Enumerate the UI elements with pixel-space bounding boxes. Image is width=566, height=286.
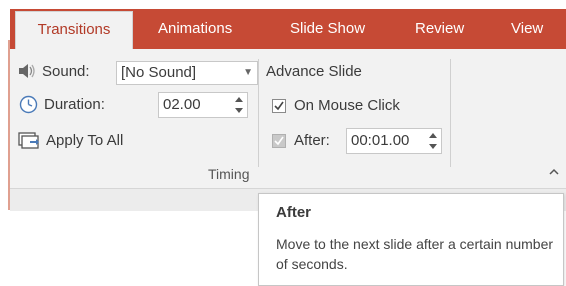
tooltip-title: After — [276, 204, 312, 221]
duration-spinner[interactable]: 02.00 — [158, 92, 248, 118]
tab-animations[interactable]: Animations — [158, 9, 232, 49]
ribbon-timing-group: Sound: [No Sound] ▼ Duration: 02.00 Appl… — [10, 49, 566, 189]
chevron-up-icon[interactable] — [548, 165, 560, 180]
after-checkbox[interactable] — [272, 133, 286, 148]
on-mouse-click-label: On Mouse Click — [294, 97, 400, 114]
tab-review[interactable]: Review — [415, 9, 464, 49]
apply-to-all-button[interactable]: Apply To All — [18, 130, 123, 150]
duration-value: 02.00 — [163, 96, 201, 113]
speaker-icon — [16, 61, 38, 81]
after-time-value: 00:01.00 — [351, 132, 410, 149]
group-separator — [258, 59, 259, 167]
after-option[interactable]: After: — [272, 132, 330, 149]
after-label: After: — [294, 132, 330, 149]
tab-view[interactable]: View — [511, 9, 543, 49]
ribbon-tab-bar: Transitions Animations Slide Show Review… — [10, 9, 566, 49]
advance-slide-label: Advance Slide — [266, 63, 362, 80]
sound-dropdown[interactable]: [No Sound] ▼ — [116, 61, 258, 85]
spin-arrows-icon[interactable] — [233, 94, 245, 116]
after-tooltip: After Move to the next slide after a cer… — [258, 193, 564, 286]
apply-to-all-label: Apply To All — [46, 131, 124, 149]
apply-all-icon — [18, 130, 40, 150]
sound-row: Sound: — [16, 61, 90, 81]
duration-label: Duration: — [44, 95, 105, 113]
spin-arrows-icon[interactable] — [427, 130, 439, 152]
powerpoint-ribbon-screenshot: Transitions Animations Slide Show Review… — [0, 0, 566, 286]
after-time-spinner[interactable]: 00:01.00 — [346, 128, 442, 154]
timing-group-label: Timing — [208, 166, 250, 182]
advance-slide-heading: Advance Slide — [266, 63, 362, 80]
sound-label: Sound: — [42, 62, 90, 80]
chevron-down-icon: ▼ — [243, 67, 253, 78]
tooltip-body: Move to the next slide after a certain n… — [276, 236, 554, 272]
clock-icon — [18, 94, 38, 114]
sound-value: [No Sound] — [121, 64, 197, 81]
tab-slide-show[interactable]: Slide Show — [290, 9, 365, 49]
checkmark-icon — [274, 101, 284, 110]
checkmark-icon — [274, 136, 284, 145]
on-mouse-click-option[interactable]: On Mouse Click — [272, 97, 400, 114]
on-mouse-click-checkbox[interactable] — [272, 98, 286, 113]
tab-transitions[interactable]: Transitions — [15, 11, 133, 49]
duration-row: Duration: — [18, 94, 105, 114]
group-separator — [450, 59, 451, 167]
